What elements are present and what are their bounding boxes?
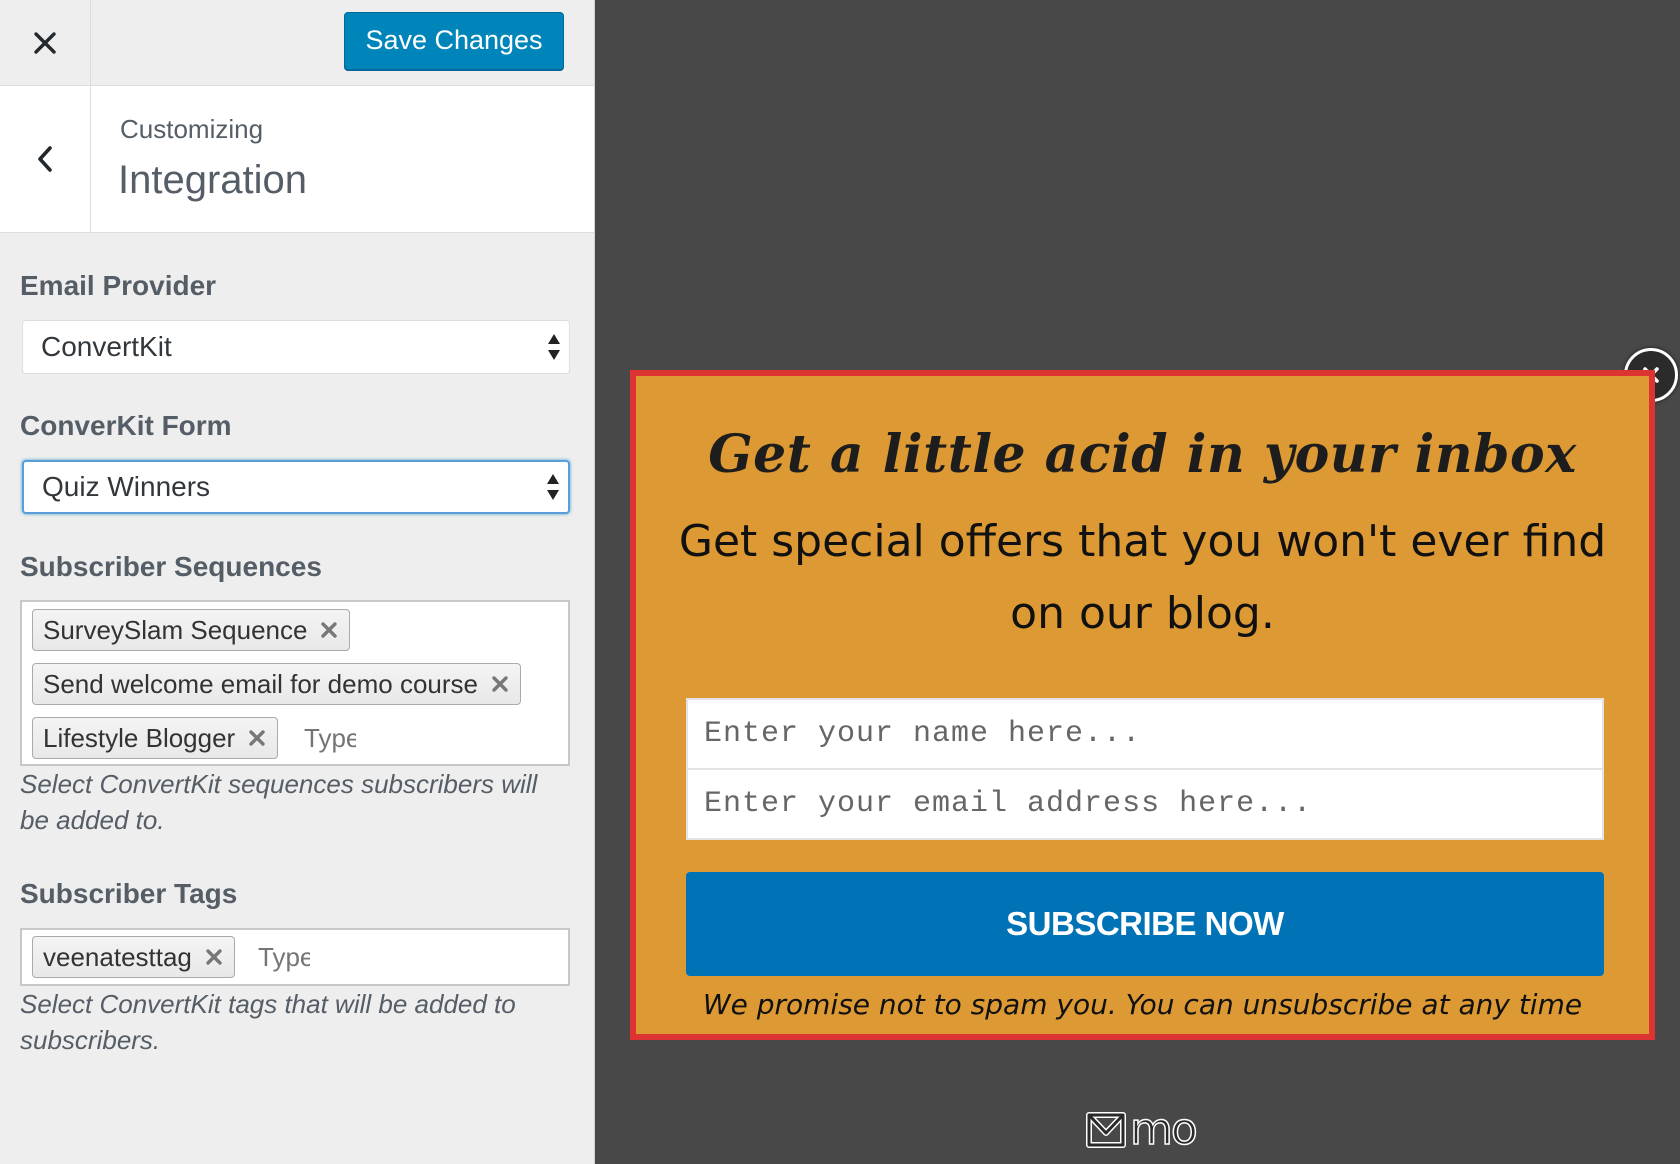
tag-remove-icon[interactable] — [247, 728, 267, 748]
subscribe-button[interactable]: SUBSCRIBE NOW — [686, 872, 1604, 976]
sequence-search-input[interactable] — [304, 718, 356, 758]
popup-subheadline: Get special offers that you won't ever f… — [678, 516, 1607, 639]
subscriber-sequences-label: Subscriber Sequences — [20, 551, 322, 582]
customizer-panel: Save Changes Customizing Integration Ema… — [0, 0, 595, 1164]
convertkit-form-select[interactable]: Quiz Winners — [22, 460, 570, 514]
sequence-tag: Send welcome email for demo course — [32, 663, 521, 705]
mo-logo-text: mo — [1129, 1104, 1198, 1155]
sequence-tag: Lifestyle Blogger — [32, 717, 279, 759]
save-changes-button[interactable]: Save Changes — [344, 12, 564, 70]
mo-logo: mo — [1086, 1104, 1199, 1155]
optin-popup: Get a little acid in your inbox Get spec… — [630, 370, 1655, 1040]
popup-headline: Get a little acid in your inbox — [708, 424, 1577, 485]
subscriber-tags-description: Select ConvertKit tags that will be adde… — [20, 989, 516, 1055]
tag-remove-icon[interactable] — [204, 947, 224, 967]
email-provider-select[interactable]: ConvertKit — [22, 320, 570, 374]
tag-search-input[interactable] — [258, 937, 310, 977]
select-arrows-icon — [548, 334, 560, 360]
email-field[interactable] — [686, 768, 1604, 840]
subscriber-tag: veenatesttag — [32, 936, 235, 978]
section-header: Customizing Integration — [0, 86, 594, 233]
select-arrows-icon — [547, 474, 559, 500]
subscriber-tag-label: veenatesttag — [43, 942, 192, 972]
spam-note: We promise not to spam you. You can unsu… — [702, 988, 1583, 1021]
sequence-tag-label: Send welcome email for demo course — [43, 669, 478, 699]
mo-logo-icon — [1086, 1112, 1126, 1148]
subscriber-tags-field[interactable]: veenatesttag — [20, 928, 570, 986]
email-provider-value: ConvertKit — [41, 331, 172, 362]
sequence-tag-label: SurveySlam Sequence — [43, 615, 308, 645]
convertkit-form-value: Quiz Winners — [42, 471, 211, 502]
subscriber-sequences-field[interactable]: SurveySlam Sequence Send welcome email f… — [20, 600, 570, 766]
convertkit-form-label: ConverKit Form — [20, 410, 232, 441]
close-icon — [34, 31, 56, 54]
tag-remove-icon[interactable] — [319, 620, 339, 640]
tag-remove-icon[interactable] — [490, 674, 510, 694]
sequence-tag: SurveySlam Sequence — [32, 609, 351, 651]
subscriber-tags-label: Subscriber Tags — [20, 878, 238, 909]
chevron-left-icon — [38, 146, 52, 172]
page-title: Integration — [118, 158, 308, 202]
close-customizer-button[interactable] — [0, 0, 91, 85]
back-button[interactable] — [0, 86, 91, 232]
name-field[interactable] — [686, 698, 1604, 770]
email-provider-label: Email Provider — [20, 270, 217, 301]
sequence-tag-label: Lifestyle Blogger — [43, 723, 236, 753]
subscriber-sequences-description: Select ConvertKit sequences subscribers … — [20, 769, 538, 835]
customizer-topbar: Save Changes — [0, 0, 594, 86]
header-subtitle: Customizing — [120, 114, 264, 144]
